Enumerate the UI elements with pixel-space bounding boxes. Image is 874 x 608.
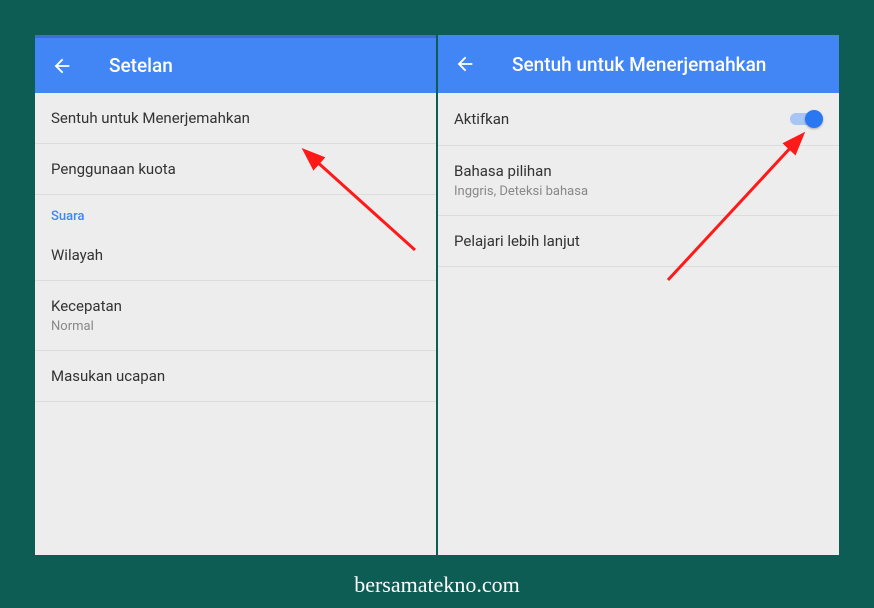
enable-label: Aktifkan — [454, 110, 787, 128]
item-label: Sentuh untuk Menerjemahkan — [51, 109, 420, 127]
item-label: Penggunaan kuota — [51, 160, 420, 178]
enable-toggle[interactable] — [787, 109, 823, 129]
watermark-text: bersamatekno.com — [354, 572, 520, 598]
app-bar-left: Setelan — [35, 35, 436, 93]
learn-more-label: Pelajari lebih lanjut — [454, 232, 823, 250]
switch-thumb — [805, 110, 823, 128]
item-learn-more[interactable]: Pelajari lebih lanjut — [438, 216, 839, 267]
item-data-usage[interactable]: Penggunaan kuota — [35, 144, 436, 195]
item-speed[interactable]: Kecepatan Normal — [35, 281, 436, 351]
item-label: Wilayah — [51, 246, 420, 264]
section-sound: Suara — [35, 195, 436, 230]
item-preferred-language[interactable]: Bahasa pilihan Inggris, Deteksi bahasa — [438, 146, 839, 216]
item-label: Kecepatan — [51, 297, 420, 315]
item-region[interactable]: Wilayah — [35, 230, 436, 281]
item-speech-input[interactable]: Masukan ucapan — [35, 351, 436, 402]
pref-lang-value: Inggris, Deteksi bahasa — [454, 184, 823, 199]
pref-lang-label: Bahasa pilihan — [454, 162, 823, 180]
app-bar-right: Sentuh untuk Menerjemahkan — [438, 35, 839, 93]
back-button-left[interactable] — [51, 46, 91, 86]
item-sub: Normal — [51, 319, 420, 334]
item-label: Masukan ucapan — [51, 367, 420, 385]
item-enable[interactable]: Aktifkan — [438, 93, 839, 146]
app-title-left: Setelan — [109, 54, 173, 77]
settings-panel-right: Sentuh untuk Menerjemahkan Aktifkan Baha… — [438, 35, 839, 555]
back-arrow-icon — [51, 55, 73, 77]
item-tap-to-translate[interactable]: Sentuh untuk Menerjemahkan — [35, 93, 436, 144]
back-button-right[interactable] — [454, 44, 494, 84]
settings-panel-left: Setelan Sentuh untuk Menerjemahkan Pengg… — [35, 35, 436, 555]
back-arrow-icon — [454, 53, 476, 75]
app-title-right: Sentuh untuk Menerjemahkan — [512, 53, 766, 76]
